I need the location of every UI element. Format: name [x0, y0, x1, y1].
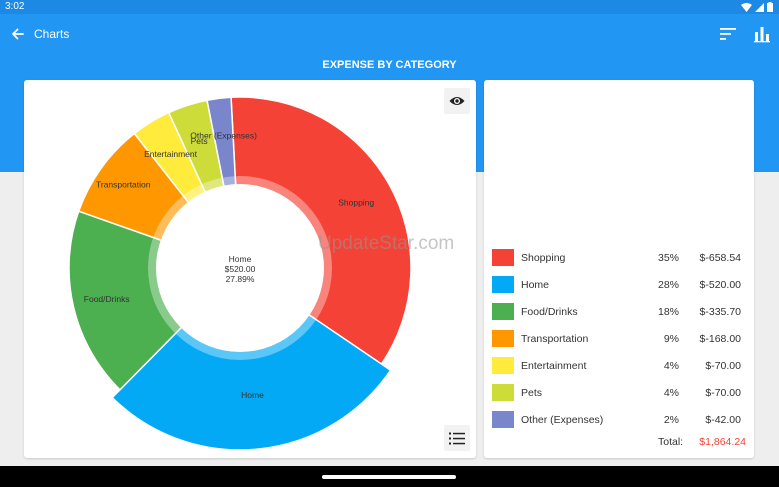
slice-label-shopping: Shopping: [338, 197, 374, 207]
sort-button[interactable]: [718, 24, 738, 44]
slice-label-transportation: Transportation: [96, 179, 151, 189]
list-icon: [449, 432, 465, 444]
sort-icon: [720, 28, 736, 40]
slice-label-food-drinks: Food/Drinks: [84, 294, 130, 304]
legend-amount: $-335.70: [699, 306, 741, 318]
legend-row-food-drinks[interactable]: Food/Drinks 18% $-335.70: [492, 301, 746, 328]
slice-label-home: Home: [241, 390, 264, 400]
legend-row-shopping[interactable]: Shopping 35% $-658.54: [492, 247, 746, 274]
chart-card: Shopping Home Food/Drinks Transportation Ent…: [24, 80, 476, 458]
bar-chart-icon: [754, 27, 770, 43]
legend-amount: $-658.54: [699, 252, 741, 264]
legend-name: Home: [521, 279, 550, 291]
status-bar: 3:02: [0, 0, 779, 14]
legend-swatch: [492, 276, 514, 293]
back-button[interactable]: [8, 24, 28, 44]
legend-swatch: [492, 330, 514, 347]
total-value: $1,864.24: [699, 436, 746, 448]
legend-row-other-expenses[interactable]: Other (Expenses) 2% $-42.00: [492, 409, 746, 436]
legend-percent: 9%: [663, 333, 679, 345]
slice-label-other-expenses: Other (Expenses): [190, 131, 257, 141]
eye-icon: [449, 97, 465, 105]
legend-name: Transportation: [521, 333, 589, 345]
legend-percent: 35%: [657, 252, 679, 264]
battery-icon: [767, 2, 773, 12]
legend-name: Food/Drinks: [521, 306, 578, 318]
legend-swatch: [492, 357, 514, 374]
legend-amount: $-168.00: [699, 333, 741, 345]
legend-swatch: [492, 303, 514, 320]
legend-swatch: [492, 411, 514, 428]
legend-percent: 18%: [657, 306, 679, 318]
center-name: Home: [229, 254, 252, 264]
total-label: Total:: [658, 436, 684, 448]
slice-label-entertainment: Entertainment: [144, 149, 198, 159]
list-view-button[interactable]: [444, 425, 470, 451]
legend-amount: $-520.00: [699, 279, 741, 291]
visibility-toggle-button[interactable]: [444, 88, 470, 114]
center-percent: 27.89%: [226, 274, 255, 284]
legend-row-home[interactable]: Home 28% $-520.00: [492, 274, 746, 301]
legend-row-entertainment[interactable]: Entertainment 4% $-70.00: [492, 355, 746, 382]
legend-name: Shopping: [521, 252, 566, 264]
legend-amount: $-70.00: [705, 360, 741, 372]
legend-list: Shopping 35% $-658.54 Home 28% $-520.00 …: [492, 247, 746, 436]
legend-swatch: [492, 249, 514, 266]
legend-name: Other (Expenses): [521, 414, 604, 426]
chart-type-button[interactable]: [752, 24, 772, 44]
watermark: UpdateStar.com: [318, 233, 455, 254]
center-amount: $520.00: [225, 264, 256, 274]
legend-percent: 4%: [663, 360, 679, 372]
app-title: Charts: [34, 27, 70, 41]
legend-percent: 28%: [657, 279, 679, 291]
section-title: EXPENSE BY CATEGORY: [322, 59, 457, 71]
legend-row-transportation[interactable]: Transportation 9% $-168.00: [492, 328, 746, 355]
home-gesture-handle[interactable]: [322, 475, 456, 479]
wifi-icon: [741, 2, 752, 12]
legend-amount: $-70.00: [705, 387, 741, 399]
legend-percent: 2%: [663, 414, 679, 426]
legend-card: Shopping 35% $-658.54 Home 28% $-520.00 …: [484, 80, 754, 458]
donut-chart[interactable]: Shopping Home Food/Drinks Transportation Ent…: [24, 80, 476, 458]
legend-swatch: [492, 384, 514, 401]
legend-row-pets[interactable]: Pets 4% $-70.00: [492, 382, 746, 409]
status-time: 3:02: [5, 1, 25, 12]
app-bar: Charts: [0, 14, 779, 54]
legend-name: Entertainment: [521, 360, 587, 372]
status-icons: [741, 2, 773, 12]
legend-percent: 4%: [663, 387, 679, 399]
legend-name: Pets: [521, 387, 543, 399]
legend-amount: $-42.00: [705, 414, 741, 426]
signal-icon: [755, 2, 764, 12]
arrow-back-icon: [12, 28, 24, 40]
